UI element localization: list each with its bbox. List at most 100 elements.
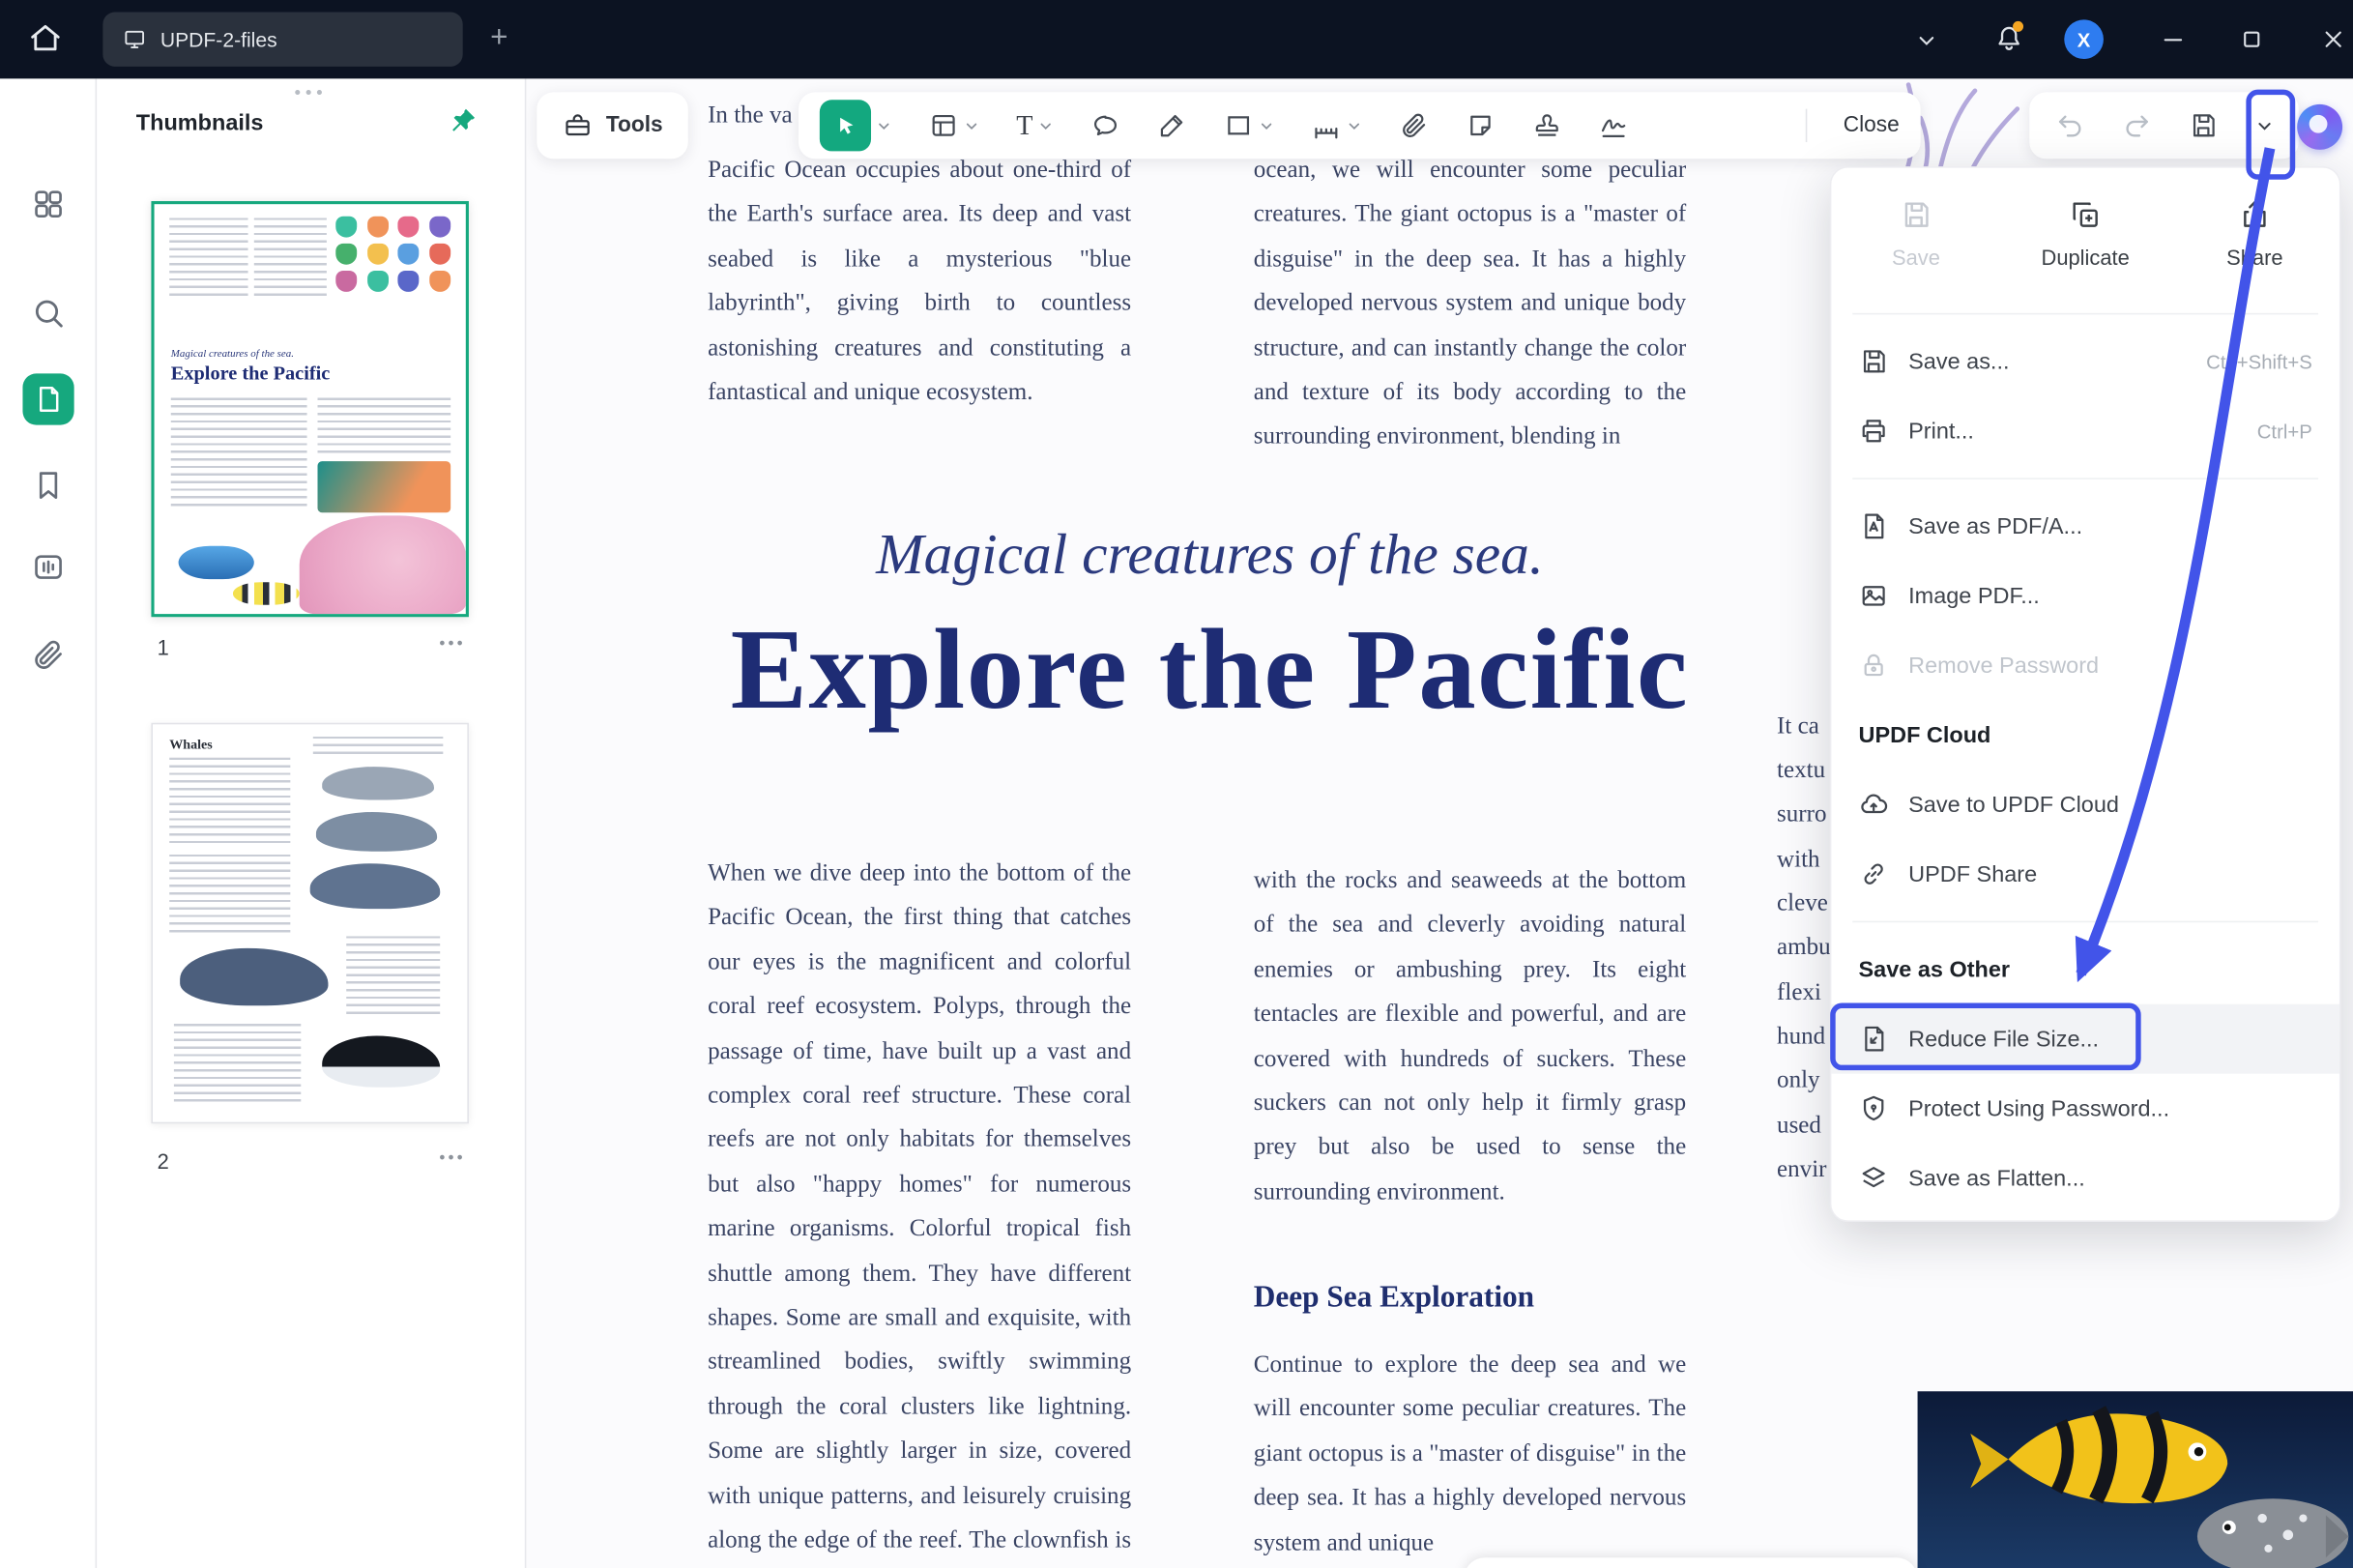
minimize-button[interactable] <box>2160 26 2187 53</box>
page-more-button[interactable]: ••• <box>439 635 465 653</box>
print-icon <box>1859 416 1889 446</box>
thumb-whale <box>322 767 434 799</box>
shapes-tool[interactable] <box>1224 110 1275 140</box>
text-tool[interactable]: T <box>1016 109 1054 141</box>
chevron-down-icon <box>1037 117 1054 133</box>
menu-section-save-as-other: Save as Other <box>1831 935 2339 1004</box>
menu-divider <box>1852 313 2318 315</box>
close-window-button[interactable] <box>2320 26 2347 53</box>
page-more-button[interactable]: ••• <box>439 1149 465 1168</box>
doc-col3-line: ambu <box>1777 935 1831 962</box>
toolbox-icon <box>562 110 592 140</box>
doc-title: Explore the Pacific <box>678 605 1742 737</box>
save-dropdown-chevron-icon[interactable] <box>2254 116 2274 135</box>
measure-tool[interactable] <box>1311 110 1362 140</box>
menu-save-action[interactable]: Save <box>1831 186 2000 301</box>
pin-icon[interactable] <box>448 106 478 136</box>
bottom-toolbar-partial <box>1464 1557 1917 1568</box>
left-icon-rail <box>0 78 97 1568</box>
apps-grid-icon[interactable] <box>30 186 67 222</box>
thumb-text-block <box>254 218 327 296</box>
doc-fish-photo <box>1918 1391 2353 1568</box>
menu-save-label: Save <box>1892 245 1940 269</box>
panel-drag-handle[interactable]: ••• <box>97 81 525 102</box>
menu-section-updf-cloud: UPDF Cloud <box>1831 700 2339 769</box>
doc-col3-line: only <box>1777 1067 1820 1094</box>
thumb-pink-coral <box>300 515 466 614</box>
home-icon[interactable] <box>27 19 70 59</box>
attachments-paperclip-icon[interactable] <box>30 637 67 674</box>
thumbnail-meta-row: 1 ••• <box>151 635 469 665</box>
menu-item-remove-password[interactable]: Remove Password <box>1831 630 2339 700</box>
menu-quick-actions: Save Duplicate Share <box>1831 186 2339 301</box>
thumbnails-panel-icon[interactable] <box>22 373 73 424</box>
menu-item-print[interactable]: Print... Ctrl+P <box>1831 396 2339 466</box>
doc-col3-line: with <box>1777 847 1820 874</box>
close-toolbar-button[interactable]: Close <box>1844 113 1900 137</box>
menu-item-save-as-flatten[interactable]: Save as Flatten... <box>1831 1144 2339 1213</box>
menu-duplicate-action[interactable]: Duplicate <box>2001 186 2170 301</box>
thumb-whale <box>316 812 437 852</box>
page-thumbnail-2[interactable]: Whales <box>151 723 469 1124</box>
select-tool-button[interactable] <box>820 100 871 151</box>
shortcut-label: Ctrl+Shift+S <box>2206 350 2312 372</box>
attach-file-icon[interactable] <box>1399 110 1429 140</box>
page-thumbnail-1[interactable]: Magical creatures of the sea. Explore th… <box>151 201 469 617</box>
doc-col3-line: It ca <box>1777 713 1819 740</box>
menu-share-action[interactable]: Share <box>2170 186 2339 301</box>
doc-col3-line: cleve <box>1777 890 1828 917</box>
save-icon[interactable] <box>2188 110 2218 140</box>
thumb-text-block <box>174 1024 301 1102</box>
signature-icon[interactable] <box>1598 110 1628 140</box>
window-chevron-down-icon[interactable] <box>1914 29 1938 53</box>
menu-item-updf-share[interactable]: UPDF Share <box>1831 839 2339 909</box>
chevron-down-icon <box>963 117 979 133</box>
menu-share-label: Share <box>2226 245 2282 269</box>
thumb-title: Explore the Pacific <box>171 362 331 386</box>
pen-highlighter-icon[interactable] <box>1157 110 1187 140</box>
document-canvas: In the va Pacific Ocean occupies about o… <box>526 78 2353 1568</box>
account-avatar[interactable]: X <box>2064 19 2104 59</box>
doc-col2-top: ocean, we will encounter some peculiar c… <box>1254 148 1686 459</box>
undo-icon[interactable] <box>2054 110 2084 140</box>
menu-item-save-as-pdfa[interactable]: Save as PDF/A... <box>1831 491 2339 561</box>
doc-clipped-line: In the va <box>708 102 793 130</box>
thumb-whale <box>310 863 441 909</box>
bookmarks-icon[interactable] <box>30 467 67 504</box>
reduce-file-size-icon <box>1859 1024 1889 1054</box>
thumb-text-block <box>169 855 290 933</box>
comment-callout-icon[interactable] <box>1090 110 1120 140</box>
thumb-title: Whales <box>169 737 213 752</box>
measure-icon <box>1311 110 1341 140</box>
sticker-icon[interactable] <box>1466 110 1496 140</box>
maximize-button[interactable] <box>2238 26 2265 53</box>
thumb-fish-blue <box>179 546 254 579</box>
thumb-fish-striped <box>233 582 300 604</box>
menu-divider <box>1852 921 2318 923</box>
thumb-text-block <box>313 737 444 755</box>
duplicate-icon <box>2069 198 2102 231</box>
new-tab-button[interactable]: + <box>480 19 517 56</box>
doc-col3-line: surro <box>1777 801 1826 828</box>
comments-icon[interactable] <box>30 549 67 586</box>
select-tool-chevron-icon[interactable] <box>876 117 892 133</box>
thumb-text-block <box>169 758 290 846</box>
page-layout-tool[interactable] <box>928 110 979 140</box>
ai-assistant-button[interactable] <box>2297 104 2342 150</box>
doc-col3-line: textu <box>1777 758 1825 785</box>
menu-item-save-as[interactable]: Save as... Ctrl+Shift+S <box>1831 327 2339 396</box>
search-icon[interactable] <box>30 295 67 332</box>
stamp-icon[interactable] <box>1532 110 1562 140</box>
chevron-down-icon <box>1346 117 1362 133</box>
menu-item-image-pdf[interactable]: Image PDF... <box>1831 561 2339 630</box>
page-number: 1 <box>158 635 169 659</box>
tools-button[interactable]: Tools <box>537 92 687 159</box>
shield-lock-icon <box>1859 1093 1889 1123</box>
document-tab[interactable]: UPDF-2-files <box>102 13 462 67</box>
menu-item-reduce-file-size[interactable]: Reduce File Size... <box>1831 1004 2339 1074</box>
page-number: 2 <box>158 1149 169 1174</box>
menu-item-protect-using-password[interactable]: Protect Using Password... <box>1831 1074 2339 1144</box>
menu-item-save-to-updf-cloud[interactable]: Save to UPDF Cloud <box>1831 769 2339 839</box>
redo-icon[interactable] <box>2121 110 2151 140</box>
doc-col1-main: When we dive deep into the bottom of the… <box>708 852 1131 1568</box>
